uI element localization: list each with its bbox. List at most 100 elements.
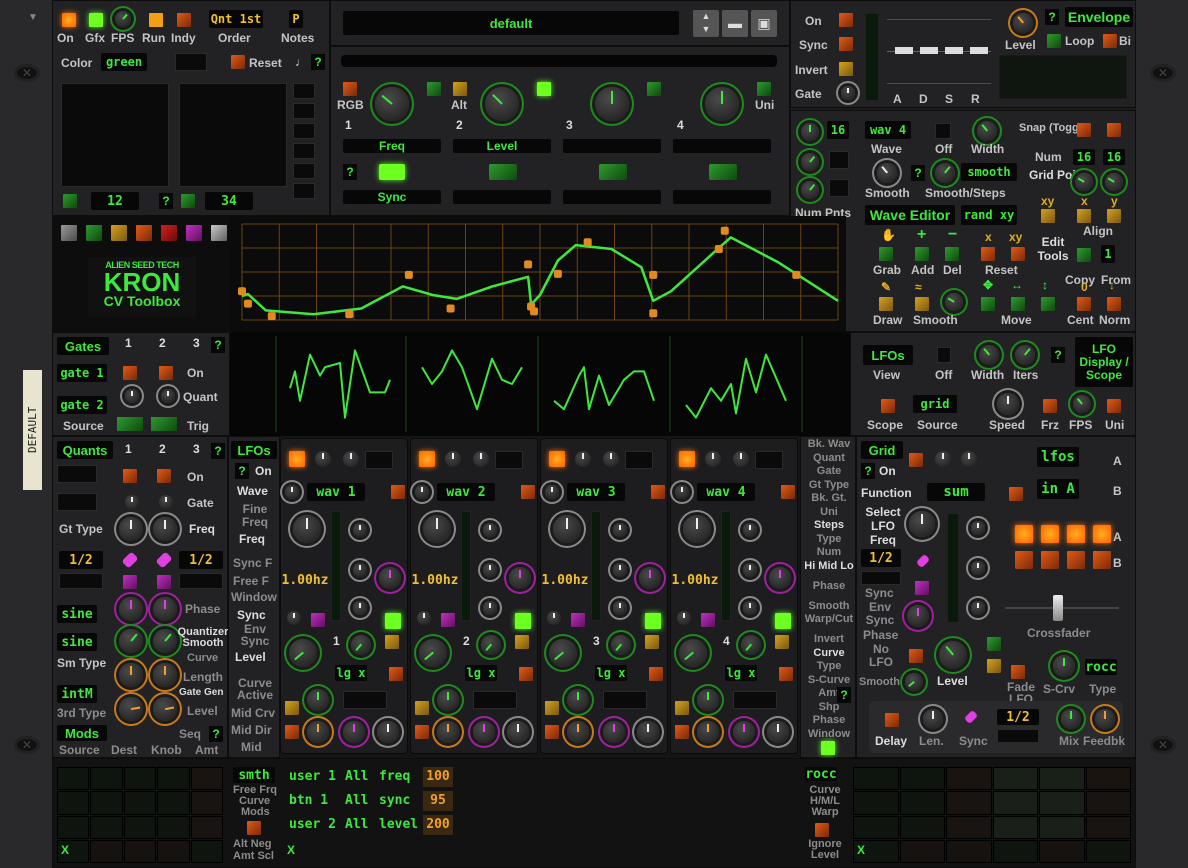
- mod-pad-grid-right[interactable]: [853, 767, 1131, 863]
- freeze-button[interactable]: [1043, 399, 1057, 413]
- gate2-select[interactable]: gate 2: [57, 396, 107, 414]
- lfo-window-button[interactable]: [821, 741, 835, 755]
- lfo-invert-button[interactable]: [775, 635, 789, 649]
- move-x-button[interactable]: [1011, 297, 1025, 311]
- scope-off-switch[interactable]: [937, 347, 951, 363]
- pad-switch[interactable]: [293, 163, 315, 179]
- grid-mod-knob-2[interactable]: [971, 561, 985, 575]
- quant1-freq-knob[interactable]: [119, 517, 143, 541]
- env-gate-knob[interactable]: [841, 86, 855, 100]
- ignore-level-button[interactable]: [815, 823, 829, 837]
- quant1-on-button[interactable]: [123, 469, 137, 483]
- lfo-curve-toggle[interactable]: [779, 667, 793, 681]
- env-help-button[interactable]: ?: [1045, 9, 1059, 25]
- smooth-mode-select[interactable]: smth: [233, 767, 275, 783]
- quant1-gate-knob[interactable]: [125, 495, 139, 509]
- grid-y-knob[interactable]: [1105, 173, 1123, 191]
- crossfader-type-select[interactable]: rocc: [1085, 659, 1117, 675]
- pad2-enable-button[interactable]: [181, 194, 195, 208]
- delay-mix-knob[interactable]: [1061, 709, 1081, 729]
- macro-knob-4[interactable]: [705, 87, 739, 121]
- decay-slider[interactable]: [920, 47, 938, 54]
- clear-right-button[interactable]: X: [857, 843, 865, 857]
- run-button[interactable]: [149, 13, 163, 27]
- macro-knob-1[interactable]: [375, 87, 409, 121]
- lfo-level-knob[interactable]: [679, 639, 707, 667]
- lfo-sync-knob[interactable]: [677, 611, 691, 625]
- mod-matrix-row[interactable]: user 1 All freq 100: [285, 767, 799, 789]
- loop-button[interactable]: [1047, 34, 1061, 48]
- grid-y-display[interactable]: 16: [1103, 149, 1125, 165]
- grab-button[interactable]: [879, 247, 893, 261]
- gate1-select[interactable]: gate 1: [57, 364, 107, 382]
- swatch-green[interactable]: [86, 225, 102, 241]
- help-button[interactable]: ?: [311, 54, 325, 70]
- quant2-smooth-knob[interactable]: [153, 629, 177, 653]
- sustain-slider[interactable]: [945, 47, 963, 54]
- align-x-button[interactable]: [1077, 209, 1091, 223]
- fade-lfo-button[interactable]: [1011, 665, 1025, 679]
- mix-b-button[interactable]: [1093, 551, 1111, 569]
- lfo-phase-knob[interactable]: [509, 567, 531, 589]
- macro-knob-2[interactable]: [485, 87, 519, 121]
- quant2-level-knob[interactable]: [153, 697, 177, 721]
- swatch-yellow[interactable]: [111, 225, 127, 241]
- mix-a-button[interactable]: [1067, 525, 1085, 543]
- lfo-curve-select[interactable]: lg x: [595, 665, 627, 681]
- wave-select[interactable]: wav 4: [865, 121, 911, 139]
- lfo-mid-window-knob[interactable]: [767, 721, 789, 743]
- mod-matrix-row[interactable]: user 2 All level 200: [285, 815, 799, 837]
- lfo-curve-toggle[interactable]: [519, 667, 533, 681]
- function-toggle[interactable]: [1009, 487, 1023, 501]
- lfo-wave-toggle[interactable]: [781, 485, 795, 499]
- lfo-wave-select[interactable]: wav 1: [307, 483, 365, 501]
- delay-button[interactable]: [885, 713, 899, 727]
- scope-uni-button[interactable]: [1107, 399, 1121, 413]
- lfo-mid-toggle-1[interactable]: [415, 701, 429, 715]
- macro-3-button-target[interactable]: [563, 190, 661, 204]
- mod-source[interactable]: user 1: [289, 769, 336, 784]
- lfo-mod-knob-2[interactable]: [613, 563, 627, 577]
- delay-ratio[interactable]: 1/2: [997, 709, 1039, 725]
- rack-tape-label[interactable]: DEFAULT: [23, 370, 42, 490]
- scope-iters-knob[interactable]: [1015, 345, 1035, 365]
- macro-1-toggle[interactable]: [379, 164, 405, 180]
- draw-button[interactable]: [879, 297, 893, 311]
- lfo-sync-button[interactable]: [311, 613, 325, 627]
- lfo-invert-button[interactable]: [645, 635, 659, 649]
- macro-3-button[interactable]: [647, 82, 661, 96]
- mod-amount[interactable]: 100: [423, 767, 453, 787]
- macro-2-button[interactable]: [537, 82, 551, 96]
- lfo-freq-knob[interactable]: [423, 515, 451, 543]
- quant2-freq-knob[interactable]: [153, 517, 177, 541]
- lfo-mode-switch[interactable]: [365, 451, 393, 469]
- quant-wave1-select[interactable]: sine: [57, 605, 97, 623]
- env-level-knob[interactable]: [1013, 13, 1033, 33]
- lfo-mod-knob-2[interactable]: [353, 563, 367, 577]
- third-type-select[interactable]: intM: [57, 685, 97, 703]
- lfo-mid-toggle-2[interactable]: [675, 725, 689, 739]
- scope-fps-knob[interactable]: [1073, 395, 1091, 413]
- grid-ratio[interactable]: 1/2: [861, 549, 901, 567]
- scope-button[interactable]: [881, 399, 895, 413]
- quant2-length-knob[interactable]: [153, 663, 177, 687]
- lfo-mid-crv-knob[interactable]: [307, 689, 329, 711]
- swatch-red[interactable]: [161, 225, 177, 241]
- release-slider[interactable]: [970, 47, 988, 54]
- move-xy-button[interactable]: [981, 297, 995, 311]
- add-point-button[interactable]: [915, 247, 929, 261]
- mix-a-button[interactable]: [1093, 525, 1111, 543]
- quant2-ratio[interactable]: 1/2: [179, 551, 223, 569]
- grid-knob-1[interactable]: [935, 451, 951, 467]
- lfo-sync-knob[interactable]: [287, 611, 301, 625]
- indy-button[interactable]: [177, 13, 191, 27]
- quant2-on-button[interactable]: [157, 469, 171, 483]
- lfo-mode-switch[interactable]: [625, 451, 653, 469]
- lfo-wave-select[interactable]: wav 4: [697, 483, 755, 501]
- xy-pad-1[interactable]: [61, 83, 169, 187]
- lfo-smooth-knob[interactable]: [611, 635, 631, 655]
- quants-help-button[interactable]: ?: [211, 443, 225, 459]
- grid-x-knob[interactable]: [1075, 173, 1093, 191]
- lfo-freq-knob[interactable]: [293, 515, 321, 543]
- lfo-on-button[interactable]: [419, 451, 435, 467]
